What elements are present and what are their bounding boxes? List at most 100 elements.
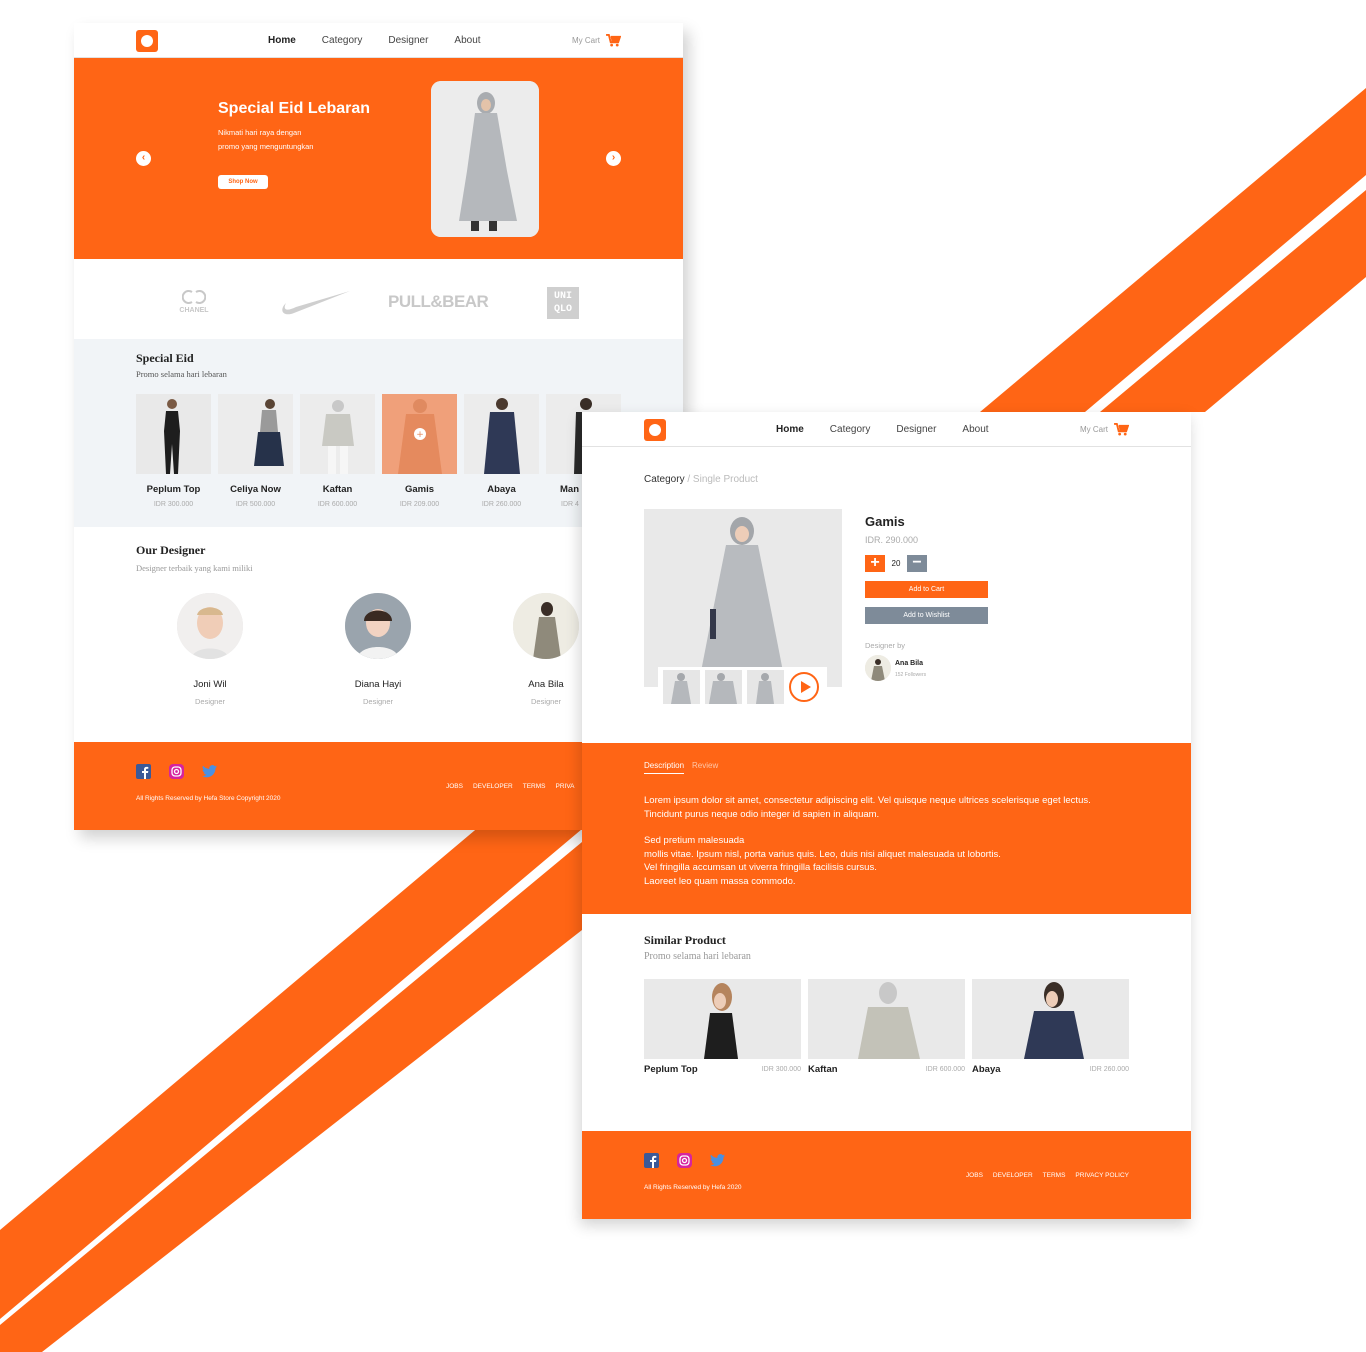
nav-designer[interactable]: Designer <box>388 35 428 46</box>
designer-card[interactable]: Ana Bila Designer <box>501 593 591 706</box>
hero-banner: ‹ Special Eid Lebaran Nikmati hari raya … <box>74 58 683 259</box>
tab-description[interactable]: Description <box>644 761 685 774</box>
nike-logo-icon[interactable] <box>280 289 352 317</box>
product-image: + <box>382 394 457 474</box>
product-image <box>972 979 1129 1059</box>
footer-link-developer[interactable]: DEVELOPER <box>473 783 513 790</box>
cart-link[interactable]: My Cart <box>572 34 621 47</box>
footer-copyright: All Rights Reserved by Hefa Store Copyri… <box>136 795 281 802</box>
footer-link-terms[interactable]: TERMS <box>1043 1172 1066 1179</box>
nav-home[interactable]: Home <box>776 424 804 435</box>
store-logo[interactable] <box>136 30 158 52</box>
section-title: Special Eid <box>136 351 194 365</box>
social-links <box>644 1153 725 1168</box>
minus-icon[interactable]: − <box>907 555 927 572</box>
footer-copyright: All Rights Reserved by Hefa 2020 <box>644 1184 742 1191</box>
hero-product-image <box>431 81 539 237</box>
product-page-mockup: Home Category Designer About My Cart Cat… <box>582 412 1191 1219</box>
product-name: Gamis <box>865 514 905 529</box>
section-title: Our Designer <box>136 543 206 557</box>
top-nav: Home Category Designer About My Cart <box>582 412 1191 447</box>
designer-card[interactable]: Diana Hayi Designer <box>333 593 423 706</box>
product-card[interactable]: Kaftan IDR 600.000 <box>300 394 375 508</box>
description-text: Lorem ipsum dolor sit amet, consectetur … <box>644 795 1091 887</box>
avatar <box>345 593 411 659</box>
brand-uniqlo[interactable]: UNI QLO <box>547 287 579 319</box>
hero-next-icon[interactable]: › <box>606 151 621 166</box>
product-image <box>300 394 375 474</box>
top-nav: Home Category Designer About My Cart <box>74 23 683 58</box>
nav-designer[interactable]: Designer <box>896 424 936 435</box>
brand-strip: CHANEL PULL&BEAR UNI QLO <box>74 259 683 339</box>
footer-link-terms[interactable]: TERMS <box>523 783 546 790</box>
twitter-icon[interactable] <box>710 1153 725 1168</box>
cart-icon <box>606 34 621 47</box>
designer-by-label: Designer by <box>865 641 906 650</box>
add-to-cart-button[interactable]: Add to Cart <box>865 581 988 598</box>
footer-links: JOBS DEVELOPER TERMS PRIVACY POLICY <box>966 1172 1129 1179</box>
product-card[interactable]: Abaya IDR 260.000 <box>464 394 539 508</box>
nav-category[interactable]: Category <box>830 424 871 435</box>
designer-card[interactable]: Joni Wil Designer <box>165 593 255 706</box>
cart-label: My Cart <box>1080 425 1108 434</box>
nav-about[interactable]: About <box>454 35 480 46</box>
thumbnail[interactable] <box>663 670 700 704</box>
designer-followers: 152 Followers <box>895 672 927 678</box>
footer-link-privacy[interactable]: PRIVACY POLICY <box>1075 1172 1129 1179</box>
similar-product-section: Similar Product Promo selama hari lebara… <box>582 914 1191 1131</box>
product-card[interactable]: Abaya IDR 260.000 <box>972 979 1129 1075</box>
hero-title: Special Eid Lebaran <box>218 100 371 117</box>
twitter-icon[interactable] <box>202 764 217 779</box>
plus-icon[interactable]: + <box>865 555 885 572</box>
designer-name[interactable]: Ana Bila <box>895 660 923 667</box>
product-card[interactable]: + Gamis IDR 209.000 <box>382 394 457 508</box>
thumbnail[interactable] <box>747 670 784 704</box>
section-title: Similar Product <box>644 933 726 947</box>
store-logo[interactable] <box>644 419 666 441</box>
facebook-icon[interactable] <box>644 1153 659 1168</box>
avatar[interactable] <box>865 655 891 681</box>
quantity-stepper: + 20 − <box>865 555 927 572</box>
footer: All Rights Reserved by Hefa 2020 JOBS DE… <box>582 1131 1191 1219</box>
description-section: Description Review Lorem ipsum dolor sit… <box>582 743 1191 914</box>
facebook-icon[interactable] <box>136 764 151 779</box>
cart-link[interactable]: My Cart <box>1080 423 1129 436</box>
product-card[interactable]: Celiya Now IDR 500.000 <box>218 394 293 508</box>
product-card[interactable]: Peplum Top IDR 300.000 <box>644 979 801 1075</box>
footer-link-jobs[interactable]: JOBS <box>966 1172 983 1179</box>
quantity-value[interactable]: 20 <box>889 559 903 568</box>
shop-now-button[interactable]: Shop Now <box>218 175 268 189</box>
add-to-wishlist-button[interactable]: Add to Wishlist <box>865 607 988 624</box>
instagram-icon[interactable] <box>677 1153 692 1168</box>
hero-prev-icon[interactable]: ‹ <box>136 151 151 166</box>
breadcrumb-category[interactable]: Category <box>644 474 685 485</box>
nav-home[interactable]: Home <box>268 35 296 46</box>
section-subtitle: Designer terbaik yang kami miliki <box>136 563 253 573</box>
product-image <box>218 394 293 474</box>
product-main-image <box>644 509 842 687</box>
footer-link-jobs[interactable]: JOBS <box>446 783 463 790</box>
nav-category[interactable]: Category <box>322 35 363 46</box>
brand-chanel[interactable]: CHANEL <box>174 289 214 314</box>
instagram-icon[interactable] <box>169 764 184 779</box>
section-subtitle: Promo selama hari lebaran <box>136 369 227 379</box>
product-image <box>644 979 801 1059</box>
breadcrumb-current: Single Product <box>692 474 758 485</box>
footer-links: JOBS DEVELOPER TERMS PRIVA <box>446 783 575 790</box>
product-card[interactable]: Peplum Top IDR 300.000 <box>136 394 211 508</box>
chanel-logo-icon <box>181 290 207 304</box>
thumbnail[interactable] <box>705 670 742 704</box>
social-links <box>136 764 217 779</box>
tab-review[interactable]: Review <box>692 761 718 774</box>
product-card[interactable]: Kaftan IDR 600.000 <box>808 979 965 1075</box>
nav-about[interactable]: About <box>962 424 988 435</box>
nav-links: Home Category Designer About <box>268 35 507 46</box>
footer-link-developer[interactable]: DEVELOPER <box>993 1172 1033 1179</box>
product-image <box>808 979 965 1059</box>
brand-pullbear[interactable]: PULL&BEAR <box>388 292 489 312</box>
hero-subtitle: Nikmati hari raya dengan promo yang meng… <box>218 128 314 151</box>
product-price: IDR. 290.000 <box>865 535 919 545</box>
footer-link-privacy[interactable]: PRIVA <box>555 783 574 790</box>
presentation-canvas: Home Category Designer About My Cart ‹ S… <box>0 0 1366 1352</box>
play-video-icon[interactable] <box>789 672 819 702</box>
